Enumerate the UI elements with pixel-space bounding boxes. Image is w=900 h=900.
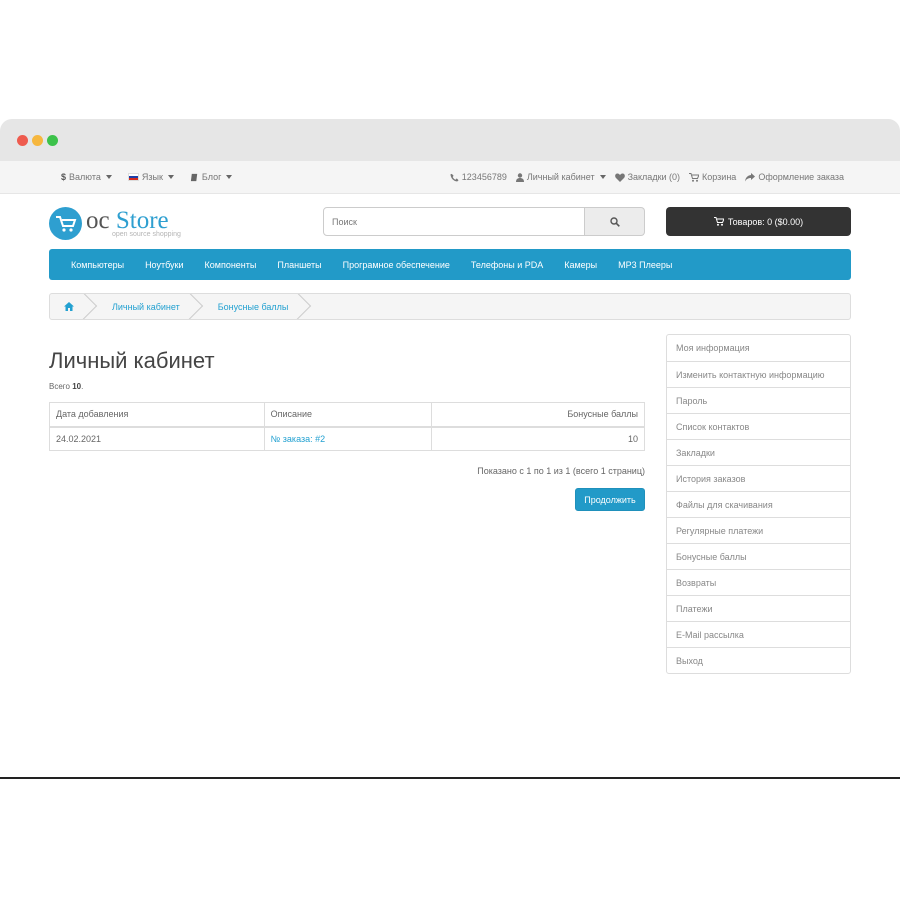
share-icon bbox=[745, 172, 756, 181]
category-menu: Компьютеры Ноутбуки Компоненты Планшеты … bbox=[49, 249, 851, 280]
total-label: Всего bbox=[49, 382, 70, 391]
sidebar-item-address-book[interactable]: Список контактов bbox=[667, 413, 850, 439]
order-link[interactable]: № заказа: #2 bbox=[271, 434, 325, 444]
menu-item-laptops[interactable]: Ноутбуки bbox=[145, 260, 183, 270]
sidebar-item-newsletter[interactable]: E-Mail рассылка bbox=[667, 621, 850, 647]
phone-icon bbox=[450, 173, 459, 182]
column-header-description: Описание bbox=[263, 402, 433, 428]
currency-dropdown[interactable]: $ Валюта bbox=[61, 172, 112, 182]
sidebar-item-recurring-payments[interactable]: Регулярные платежи bbox=[667, 517, 850, 543]
column-header-points: Бонусные баллы bbox=[431, 402, 645, 428]
sidebar-item-returns[interactable]: Возвраты bbox=[667, 569, 850, 595]
russian-flag-icon bbox=[127, 173, 139, 181]
search-icon bbox=[609, 216, 620, 227]
column-header-date: Дата добавления bbox=[49, 402, 265, 428]
menu-item-software[interactable]: Програмное обеспечение bbox=[343, 260, 450, 270]
shopping-cart-icon bbox=[713, 217, 724, 226]
sidebar-item-logout[interactable]: Выход bbox=[667, 647, 850, 673]
search-bar bbox=[323, 207, 645, 236]
wishlist-label: Закладки (0) bbox=[627, 172, 681, 182]
menu-item-components[interactable]: Компоненты bbox=[205, 260, 257, 270]
sidebar-item-order-history[interactable]: История заказов bbox=[667, 465, 850, 491]
logo-oc-text: oc bbox=[86, 207, 110, 234]
site-logo[interactable]: oc Store open source shopping bbox=[49, 207, 181, 240]
checkout-link[interactable]: Оформление заказа bbox=[745, 172, 844, 182]
caret-down-icon bbox=[105, 175, 112, 179]
language-label: Язык bbox=[141, 172, 163, 182]
window-bottom-edge bbox=[0, 777, 900, 779]
cell-description: № заказа: #2 bbox=[263, 426, 433, 451]
total-points: Всего 10. bbox=[49, 382, 83, 391]
minimize-window-button[interactable] bbox=[32, 135, 43, 146]
maximize-window-button[interactable] bbox=[47, 135, 58, 146]
blog-dropdown[interactable]: Блог bbox=[190, 172, 233, 182]
search-input[interactable] bbox=[323, 207, 585, 236]
sidebar-item-reward-points[interactable]: Бонусные баллы bbox=[667, 543, 850, 569]
book-icon bbox=[190, 173, 198, 181]
dollar-icon: $ bbox=[61, 172, 67, 182]
currency-label: Валюта bbox=[69, 172, 101, 182]
account-label: Личный кабинет bbox=[526, 172, 595, 182]
language-dropdown[interactable]: Язык bbox=[127, 172, 174, 182]
cell-points: 10 bbox=[431, 426, 645, 451]
account-dropdown[interactable]: Личный кабинет bbox=[515, 172, 606, 182]
page-title: Личный кабинет bbox=[49, 348, 215, 373]
top-bar: $ Валюта Язык Блог 123456789 Личный каби… bbox=[0, 161, 900, 194]
reward-points-table: Дата добавления Описание Бонусные баллы … bbox=[49, 402, 645, 451]
table-row: 24.02.2021 № заказа: #2 10 bbox=[49, 426, 645, 451]
window-titlebar bbox=[0, 119, 900, 161]
menu-item-phones[interactable]: Телефоны и PDA bbox=[471, 260, 543, 270]
cart-total-label: Товаров: 0 ($0.00) bbox=[727, 216, 804, 227]
caret-down-icon bbox=[599, 175, 606, 179]
sidebar-item-downloads[interactable]: Файлы для скачивания bbox=[667, 491, 850, 517]
search-button[interactable] bbox=[585, 207, 645, 236]
wishlist-link[interactable]: Закладки (0) bbox=[614, 172, 681, 182]
close-window-button[interactable] bbox=[17, 135, 28, 146]
menu-item-computers[interactable]: Компьютеры bbox=[71, 260, 124, 270]
checkout-label: Оформление заказа bbox=[758, 172, 844, 182]
menu-item-mp3[interactable]: MP3 Плееры bbox=[618, 260, 672, 270]
total-suffix: . bbox=[81, 382, 84, 391]
caret-down-icon bbox=[226, 175, 233, 179]
heart-icon bbox=[614, 173, 625, 182]
pagination-results: Показано с 1 по 1 из 1 (всего 1 страниц) bbox=[477, 466, 645, 476]
caret-down-icon bbox=[167, 175, 174, 179]
sidebar-item-edit-contacts[interactable]: Изменить контактную информацию bbox=[667, 361, 850, 387]
logo-tagline: open source shopping bbox=[112, 231, 181, 238]
site-header: oc Store open source shopping Товаров: 0… bbox=[0, 194, 900, 250]
logo-store-text: Store bbox=[115, 207, 169, 234]
shopping-cart-icon bbox=[689, 172, 700, 182]
total-value: 10 bbox=[72, 382, 82, 391]
cart-label: Корзина bbox=[702, 172, 737, 182]
phone-number: 123456789 bbox=[461, 172, 507, 182]
blog-label: Блог bbox=[201, 172, 222, 182]
account-sidebar: Моя информация Изменить контактную инфор… bbox=[666, 334, 851, 674]
cart-link[interactable]: Корзина bbox=[689, 172, 736, 182]
breadcrumb-home[interactable] bbox=[50, 294, 91, 319]
logo-cart-icon bbox=[49, 207, 82, 240]
sidebar-item-wishlist[interactable]: Закладки bbox=[667, 439, 850, 465]
phone-link[interactable]: 123456789 bbox=[450, 172, 507, 182]
sidebar-item-password[interactable]: Пароль bbox=[667, 387, 850, 413]
sidebar-item-transactions[interactable]: Платежи bbox=[667, 595, 850, 621]
breadcrumb-account[interactable]: Личный кабинет bbox=[91, 294, 197, 319]
sidebar-item-my-information[interactable]: Моя информация bbox=[667, 335, 850, 361]
breadcrumb: Личный кабинет Бонусные баллы bbox=[49, 293, 851, 320]
breadcrumb-reward-points[interactable]: Бонусные баллы bbox=[197, 294, 306, 319]
continue-button[interactable]: Продолжить bbox=[575, 488, 645, 511]
table-header-row: Дата добавления Описание Бонусные баллы bbox=[49, 402, 645, 428]
user-icon bbox=[515, 172, 524, 182]
home-icon bbox=[64, 302, 74, 311]
cell-date: 24.02.2021 bbox=[49, 426, 265, 451]
cart-total-button[interactable]: Товаров: 0 ($0.00) bbox=[666, 207, 851, 236]
menu-item-tablets[interactable]: Планшеты bbox=[277, 260, 321, 270]
menu-item-cameras[interactable]: Камеры bbox=[564, 260, 597, 270]
